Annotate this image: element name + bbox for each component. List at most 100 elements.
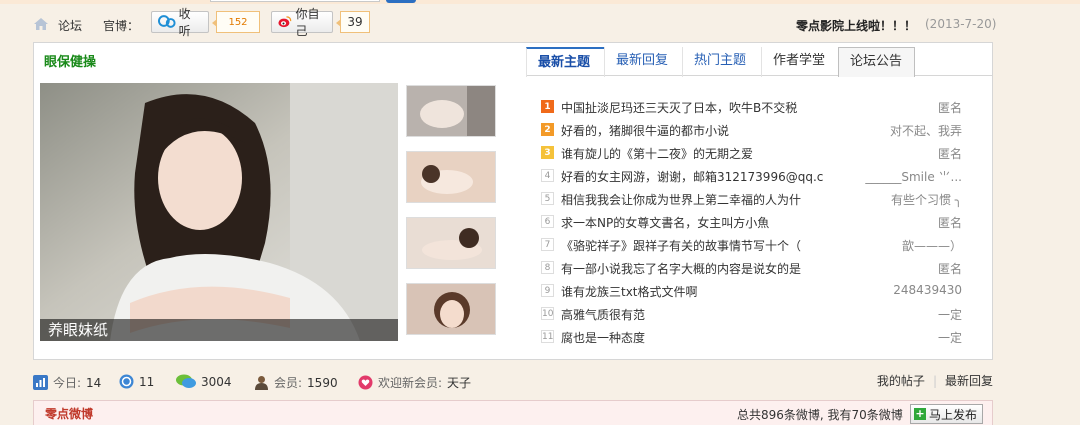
bar-chart-icon	[33, 375, 48, 390]
list-item[interactable]: 10 高雅气质很有范 一定	[540, 303, 970, 326]
listen-label: 收听	[178, 7, 191, 38]
topic-author[interactable]: 匿名	[938, 260, 962, 277]
members-value: 1590	[307, 375, 338, 390]
self-button[interactable]: 你自己	[271, 7, 333, 38]
link-separator: |	[932, 374, 937, 388]
weibo-bar: 零点微博 总共896条微博, 我有70条微博 + 马上发布	[33, 400, 993, 425]
member-icon	[255, 376, 268, 390]
heart-badge-icon	[358, 375, 373, 390]
today-label: 今日:	[53, 376, 82, 390]
thumbnail-2[interactable]	[406, 151, 496, 203]
rank-badge: 5	[541, 192, 554, 205]
my-posts-link[interactable]: 我的帖子	[877, 374, 925, 388]
list-item[interactable]: 7 《骆驼祥子》跟祥子有关的故事情节写十个（ 歆———）	[540, 234, 970, 257]
search-button[interactable]	[386, 0, 416, 3]
topic-author[interactable]: 有些个习惯 ╮	[891, 191, 962, 208]
topic-author[interactable]: 匿名	[938, 145, 962, 162]
weibo-qq-icon	[158, 15, 176, 28]
topic-title[interactable]: 有一部小说我忘了名字大概的内容是说女的是	[561, 260, 851, 277]
list-item[interactable]: 1 中国扯淡尼玛还三天灭了日本，吹牛B不交税 匿名	[540, 96, 970, 119]
rank-badge: 2	[541, 123, 554, 136]
breadcrumb-forum[interactable]: 论坛	[58, 17, 82, 34]
today-value: 14	[86, 375, 102, 390]
weibo-count: 总共896条微博, 我有70条微博	[737, 408, 903, 422]
refresh-globe-icon	[119, 374, 134, 389]
post-now-button[interactable]: + 马上发布	[910, 404, 984, 424]
topic-author[interactable]: 248439430	[893, 283, 962, 297]
list-item[interactable]: 8 有一部小说我忘了名字大概的内容是说女的是 匿名	[540, 257, 970, 280]
stat-today: 今日: 14	[33, 374, 101, 391]
list-item[interactable]: 11 腐也是一种态度 一定	[540, 326, 970, 349]
self-count: 39	[336, 11, 370, 33]
featured-photo	[40, 83, 398, 341]
topic-title[interactable]: 腐也是一种态度	[561, 329, 851, 346]
topic-title[interactable]: 《骆驼祥子》跟祥子有关的故事情节写十个（	[561, 237, 851, 254]
forum-panel: 眼保健操 养眼妹纸 最新主题 最新回复 热门主题 作者学堂 论坛公告 1 中国扯…	[33, 42, 993, 360]
forum-stats: 今日: 14 11 3004 会员: 1590 欢迎新会员: 天子 我的帖子 | 最新回复	[33, 372, 993, 392]
tab-latest-replies[interactable]: 最新回复	[604, 47, 682, 77]
tab-latest-topics[interactable]: 最新主题	[526, 47, 604, 77]
quick-links: 我的帖子 | 最新回复	[869, 372, 993, 389]
weibo-title[interactable]: 零点微博	[45, 405, 93, 422]
topic-title[interactable]: 好看的女主网游，谢谢，邮箱312173996@qq.c	[561, 168, 851, 185]
stat-members: 会员: 1590	[254, 374, 338, 391]
rank-badge: 10	[541, 307, 554, 320]
tab-author-school[interactable]: 作者学堂	[761, 47, 838, 77]
topic-title[interactable]: 好看的，猪脚很牛逼的都市小说	[561, 122, 851, 139]
topic-author[interactable]: 一定	[938, 329, 962, 346]
topic-title[interactable]: 相信我我会让你成为世界上第二幸福的人为什	[561, 191, 851, 208]
topic-author[interactable]: 匿名	[938, 99, 962, 116]
tab-forum-announcements[interactable]: 论坛公告	[838, 47, 915, 77]
thumbnail-4[interactable]	[406, 283, 496, 335]
listen-count: 152	[212, 11, 260, 33]
latest-reply-link[interactable]: 最新回复	[945, 374, 993, 388]
welcome-name[interactable]: 天子	[447, 374, 471, 391]
panel-title: 眼保健操	[44, 55, 97, 70]
topic-list: 1 中国扯淡尼玛还三天灭了日本，吹牛B不交税 匿名 2 好看的，猪脚很牛逼的都市小说对…	[540, 96, 970, 349]
header-bar: 论坛 官博： 收听 152 你自己 39 零点影院上线啦！！！ (2013-7-…	[0, 7, 1080, 38]
welcome-label: 欢迎新会员:	[378, 376, 443, 390]
listen-button[interactable]: 收听	[151, 7, 209, 38]
rank-badge: 4	[541, 169, 554, 182]
stat-posts: 3004	[176, 374, 232, 389]
plus-icon: +	[914, 407, 926, 420]
list-item[interactable]: 3 谁有旋儿的《第十二夜》的无期之爱 匿名	[540, 142, 970, 165]
topic-title[interactable]: 高雅气质很有范	[561, 306, 851, 323]
topic-tabs: 最新主题 最新回复 热门主题 作者学堂 论坛公告	[526, 44, 992, 77]
thumbnail-3[interactable]	[406, 217, 496, 269]
topic-author[interactable]: 歆———）	[902, 237, 962, 254]
rank-badge: 1	[541, 100, 554, 113]
top-search-strip	[0, 0, 1080, 4]
topic-title[interactable]: 中国扯淡尼玛还三天灭了日本，吹牛B不交税	[561, 99, 851, 116]
rank-badge: 8	[541, 261, 554, 274]
topic-author[interactable]: 匿名	[938, 214, 962, 231]
search-input[interactable]	[210, 0, 380, 2]
list-item[interactable]: 4 好看的女主网游，谢谢，邮箱312173996@qq.c ______Smile …	[540, 165, 970, 188]
posts-value: 3004	[201, 374, 232, 389]
topic-author[interactable]: 对不起、我弄	[890, 122, 962, 139]
topic-author[interactable]: 一定	[938, 306, 962, 323]
list-item[interactable]: 6 求一本NP的女尊文書名，女主叫方小魚 匿名	[540, 211, 970, 234]
topic-author[interactable]: ______Smile ⺌...	[865, 168, 962, 185]
rank-badge: 9	[541, 284, 554, 297]
list-item[interactable]: 9 谁有龙族三txt格式文件啊 248439430	[540, 280, 970, 303]
self-label: 你自己	[295, 7, 320, 38]
site-notice[interactable]: 零点影院上线啦！！！	[796, 17, 916, 34]
topic-title[interactable]: 求一本NP的女尊文書名，女主叫方小魚	[561, 214, 851, 231]
list-item[interactable]: 5 相信我我会让你成为世界上第二幸福的人为什 有些个习惯 ╮	[540, 188, 970, 211]
official-weibo-label: 官博：	[103, 19, 140, 33]
notice-date: (2013-7-20)	[925, 17, 997, 31]
thumbnail-1[interactable]	[406, 85, 496, 137]
topic-title[interactable]: 谁有旋儿的《第十二夜》的无期之爱	[561, 145, 851, 162]
topic-title[interactable]: 谁有龙族三txt格式文件啊	[561, 283, 851, 300]
stat-yesterday: 11	[119, 374, 154, 389]
list-item[interactable]: 2 好看的，猪脚很牛逼的都市小说 对不起、我弄	[540, 119, 970, 142]
tab-hot-topics[interactable]: 热门主题	[682, 47, 761, 77]
sina-weibo-icon	[278, 16, 292, 28]
featured-caption: 养眼妹纸	[40, 319, 398, 341]
members-label: 会员:	[274, 376, 303, 390]
stat-new-member: 欢迎新会员: 天子	[358, 374, 471, 391]
home-icon[interactable]	[34, 18, 48, 30]
rank-badge: 7	[541, 238, 554, 251]
featured-image[interactable]: 养眼妹纸	[40, 83, 398, 341]
